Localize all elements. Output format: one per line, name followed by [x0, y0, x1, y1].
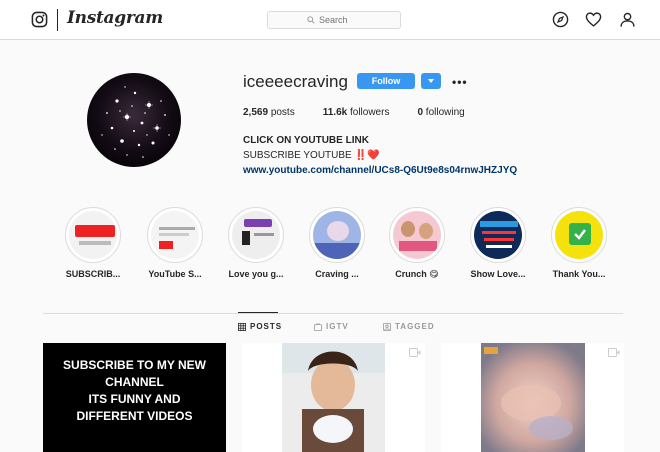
- bio-text: SUBSCRIBE YOUTUBE ‼️❤️: [243, 150, 380, 161]
- video-icon: [608, 348, 620, 357]
- highlight-item[interactable]: Craving ...: [302, 207, 372, 279]
- highlight-label: Show Love...: [470, 269, 526, 279]
- highlight-ring: [551, 207, 607, 263]
- user-icon[interactable]: [619, 11, 636, 28]
- igtv-icon: [314, 322, 322, 331]
- highlight-label: Craving ...: [315, 269, 359, 279]
- highlight-ring: [389, 207, 445, 263]
- highlight-cover: [555, 211, 603, 259]
- followers-stat[interactable]: 11.6k followers: [323, 107, 390, 118]
- tagged-icon: [383, 322, 391, 331]
- bio-name: CLICK ON YOUTUBE LINK: [243, 135, 369, 146]
- suggestions-dropdown-button[interactable]: [421, 73, 441, 89]
- post-text-line: ITS FUNNY AND: [88, 392, 181, 406]
- highlight-label: SUBSCRIB...: [65, 269, 121, 279]
- top-nav: Instagram: [0, 0, 660, 40]
- post-text-line: SUBSCRIBE TO MY NEW: [63, 358, 206, 372]
- follow-button[interactable]: Follow: [357, 73, 415, 89]
- highlight-item[interactable]: SUBSCRIB...: [58, 207, 128, 279]
- profile-bio: CLICK ON YOUTUBE LINK SUBSCRIBE YOUTUBE …: [243, 133, 517, 178]
- tab-posts-label: POSTS: [250, 322, 283, 331]
- followers-count: 11.6k: [322, 107, 348, 118]
- search-box[interactable]: [267, 11, 401, 29]
- highlight-label: Crunch 😋: [395, 269, 439, 279]
- highlight-cover: [474, 211, 522, 259]
- post-tile[interactable]: SUBSCRIBE TO MY NEW CHANNEL ITS FUNNY AN…: [43, 343, 226, 452]
- highlight-ring: [65, 207, 121, 263]
- profile-username: iceeeecraving: [243, 72, 348, 91]
- highlight-ring: [147, 207, 203, 263]
- highlight-item[interactable]: Crunch 😋: [382, 207, 452, 280]
- highlight-ring: [228, 207, 284, 263]
- highlight-item[interactable]: Love you g...: [221, 207, 291, 279]
- following-label: following: [425, 107, 465, 118]
- highlight-cover: [313, 211, 361, 259]
- highlight-label: Love you g...: [228, 269, 284, 279]
- post-text-line: CHANNEL: [105, 375, 164, 389]
- more-options-icon[interactable]: •••: [452, 75, 468, 89]
- post-thumbnail: [282, 343, 385, 452]
- tab-posts[interactable]: POSTS: [238, 322, 282, 331]
- highlight-item[interactable]: YouTube S...: [140, 207, 210, 279]
- instagram-wordmark[interactable]: Instagram: [67, 8, 163, 28]
- tab-tagged-label: TAGGED: [395, 322, 435, 331]
- following-stat[interactable]: 0 following: [417, 107, 464, 118]
- heart-icon[interactable]: [585, 11, 602, 28]
- video-icon: [409, 348, 421, 357]
- instagram-glyph-icon[interactable]: [31, 11, 48, 28]
- logo-divider: [57, 9, 58, 31]
- checkmark-icon: [574, 229, 586, 240]
- tabs-divider: [43, 313, 623, 314]
- post-text-line: DIFFERENT VIDEOS: [76, 409, 193, 423]
- highlight-cover: [232, 211, 280, 259]
- posts-stat: 2,569 posts: [243, 107, 295, 118]
- posts-count: 2,569: [243, 107, 269, 118]
- post-tile[interactable]: [441, 343, 624, 452]
- highlight-cover: [151, 211, 199, 259]
- compass-icon[interactable]: [552, 11, 569, 28]
- highlight-item[interactable]: Thank You...: [544, 207, 614, 279]
- posts-label: posts: [270, 107, 295, 118]
- tab-igtv-label: IGTV: [326, 322, 349, 331]
- profile-avatar[interactable]: [87, 73, 181, 167]
- tab-tagged[interactable]: TAGGED: [383, 322, 435, 331]
- search-input[interactable]: [319, 15, 361, 25]
- highlight-item[interactable]: Show Love...: [463, 207, 533, 279]
- post-tile[interactable]: [242, 343, 425, 452]
- highlight-label: YouTube S...: [148, 269, 202, 279]
- highlight-cover: [69, 211, 117, 259]
- active-tab-indicator: [238, 312, 278, 313]
- starfield-image: [87, 73, 181, 167]
- highlight-ring: [309, 207, 365, 263]
- bio-link[interactable]: www.youtube.com/channel/UCs8-Q6Ut9e8s04r…: [243, 165, 517, 176]
- search-icon: [307, 16, 315, 24]
- tab-igtv[interactable]: IGTV: [314, 322, 349, 331]
- highlight-ring: [470, 207, 526, 263]
- highlight-cover: [393, 211, 441, 259]
- highlight-label: Thank You...: [552, 269, 606, 279]
- grid-icon: [238, 322, 246, 331]
- post-thumbnail: [481, 343, 585, 452]
- profile-stats: 2,569 posts 11.6k followers 0 following: [243, 107, 493, 118]
- following-count: 0: [417, 107, 424, 118]
- followers-label: followers: [349, 107, 390, 118]
